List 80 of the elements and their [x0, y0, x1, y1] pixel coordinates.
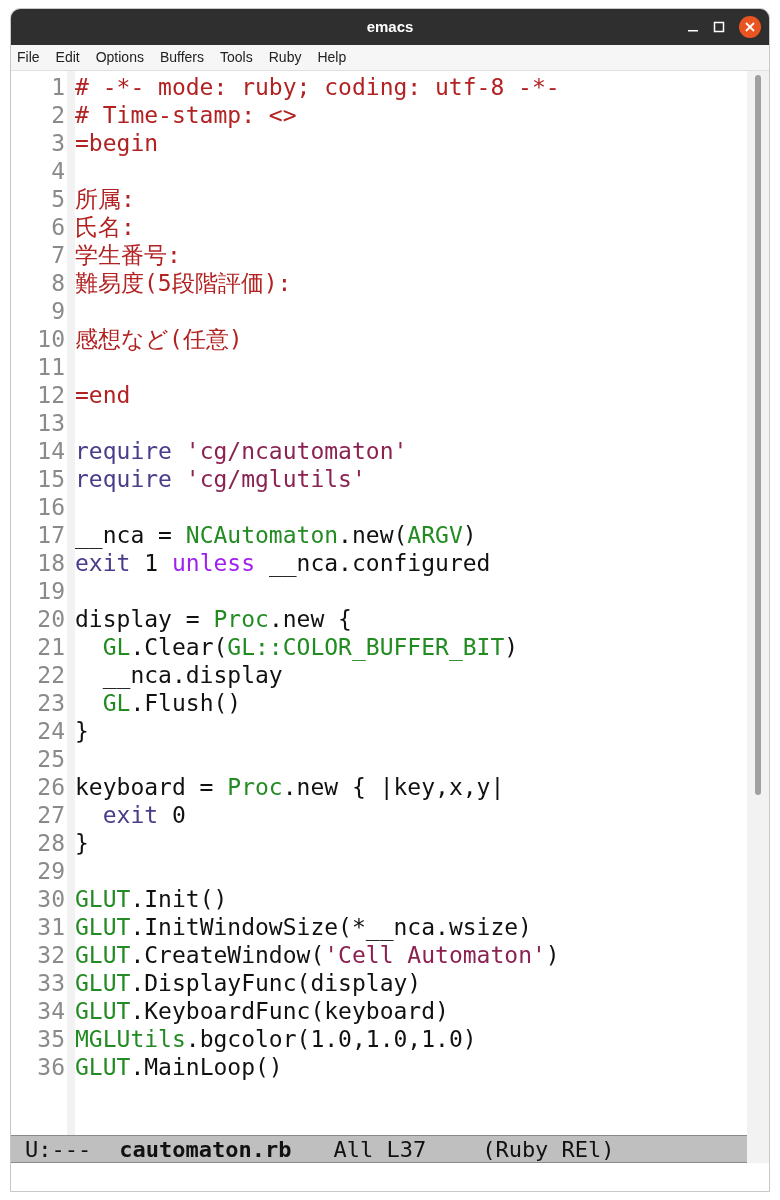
line-number: 6	[50, 213, 65, 241]
code-line: MGLUtils.bgcolor(1.0,1.0,1.0)	[75, 1025, 477, 1053]
menu-item[interactable]: Buffers	[159, 47, 205, 68]
line-number: 1	[50, 73, 65, 101]
menu-item[interactable]: File	[17, 47, 40, 68]
scrollbar-track[interactable]	[747, 71, 769, 1163]
line-number: 16	[36, 493, 65, 521]
line-number: 28	[36, 829, 65, 857]
code-line: require 'cg/ncautomaton'	[75, 437, 408, 465]
code-line: 氏名:	[75, 213, 135, 241]
code-line: GL.Flush()	[101, 689, 242, 717]
line-number: 24	[36, 717, 65, 745]
code-line: GL.Clear(GL::COLOR_BUFFER_BIT)	[101, 633, 519, 661]
code-line: # Time-stamp: <>	[75, 101, 297, 129]
line-number: 2	[50, 101, 65, 129]
close-icon[interactable]	[739, 16, 761, 38]
line-number: 4	[50, 157, 65, 185]
line-number: 18	[36, 549, 65, 577]
line-number: 25	[36, 745, 65, 773]
code-line: keyboard = Proc.new { |key,x,y|	[75, 773, 505, 801]
code-line: display = Proc.new {	[75, 605, 352, 633]
line-number: 36	[36, 1053, 65, 1081]
line-number: 12	[36, 381, 65, 409]
code-line: =begin	[75, 129, 159, 157]
line-number: 15	[36, 465, 65, 493]
line-number: 27	[36, 801, 65, 829]
menu-item[interactable]: Help	[317, 47, 347, 68]
line-number: 34	[36, 997, 65, 1025]
line-number: 20	[36, 605, 65, 633]
code-line: }	[75, 829, 89, 857]
code-line: GLUT.KeyboardFunc(keyboard)	[75, 997, 449, 1025]
line-number: 21	[36, 633, 65, 661]
code-line: GLUT.MainLoop()	[75, 1053, 283, 1081]
line-number: 10	[36, 325, 65, 353]
menu-item[interactable]: Options	[95, 47, 144, 68]
line-number: 11	[36, 353, 65, 381]
code-line: __nca.display	[101, 661, 283, 689]
menu-item[interactable]: Edit	[55, 47, 80, 68]
code-line: exit 0	[101, 801, 186, 829]
code-line: # -*- mode: ruby; coding: utf-8 -*-	[75, 73, 560, 101]
line-number: 35	[36, 1025, 65, 1053]
code-line: GLUT.InitWindowSize(*__nca.wsize)	[75, 913, 532, 941]
code-line: GLUT.CreateWindow('Cell Automaton')	[75, 941, 560, 969]
code-line: }	[75, 717, 89, 745]
code-line: __nca = NCAutomaton.new(ARGV)	[75, 521, 477, 549]
cursor-position: All L37	[333, 1135, 427, 1164]
code-line: GLUT.Init()	[75, 885, 228, 913]
maximize-icon[interactable]	[713, 21, 725, 33]
line-number: 30	[36, 885, 65, 913]
buffer-name: cautomaton.rb	[119, 1135, 292, 1164]
code-line: 所属:	[75, 185, 135, 213]
line-number: 3	[50, 129, 65, 157]
code-line: 難易度(5段階評価):	[75, 269, 292, 297]
code-line: exit 1 unless __nca.configured	[75, 549, 491, 577]
code-line: 学生番号:	[75, 241, 181, 269]
line-number: 17	[36, 521, 65, 549]
line-number: 8	[50, 269, 65, 297]
menu-item[interactable]: Ruby	[268, 47, 302, 68]
line-number: 9	[50, 297, 65, 325]
code-line: require 'cg/mglutils'	[75, 465, 366, 493]
major-mode: (Ruby REl)	[482, 1135, 615, 1164]
buffer-state: U:---	[25, 1135, 92, 1164]
code-line: 感想など(任意)	[75, 325, 243, 353]
line-number: 29	[36, 857, 65, 885]
window-title: emacs	[366, 16, 414, 37]
line-number: 23	[36, 689, 65, 717]
code-line: GLUT.DisplayFunc(display)	[75, 969, 422, 997]
line-number: 14	[36, 437, 65, 465]
line-number: 31	[36, 913, 65, 941]
line-number: 22	[36, 661, 65, 689]
menu-item[interactable]: Tools	[220, 47, 253, 68]
scrollbar-thumb[interactable]	[755, 75, 761, 795]
line-number: 32	[36, 941, 65, 969]
line-number: 19	[36, 577, 65, 605]
line-number: 7	[50, 241, 65, 269]
line-number: 33	[36, 969, 65, 997]
line-number: 13	[36, 409, 65, 437]
code-line: =end	[75, 381, 131, 409]
line-number: 26	[36, 773, 65, 801]
line-number: 5	[50, 185, 65, 213]
